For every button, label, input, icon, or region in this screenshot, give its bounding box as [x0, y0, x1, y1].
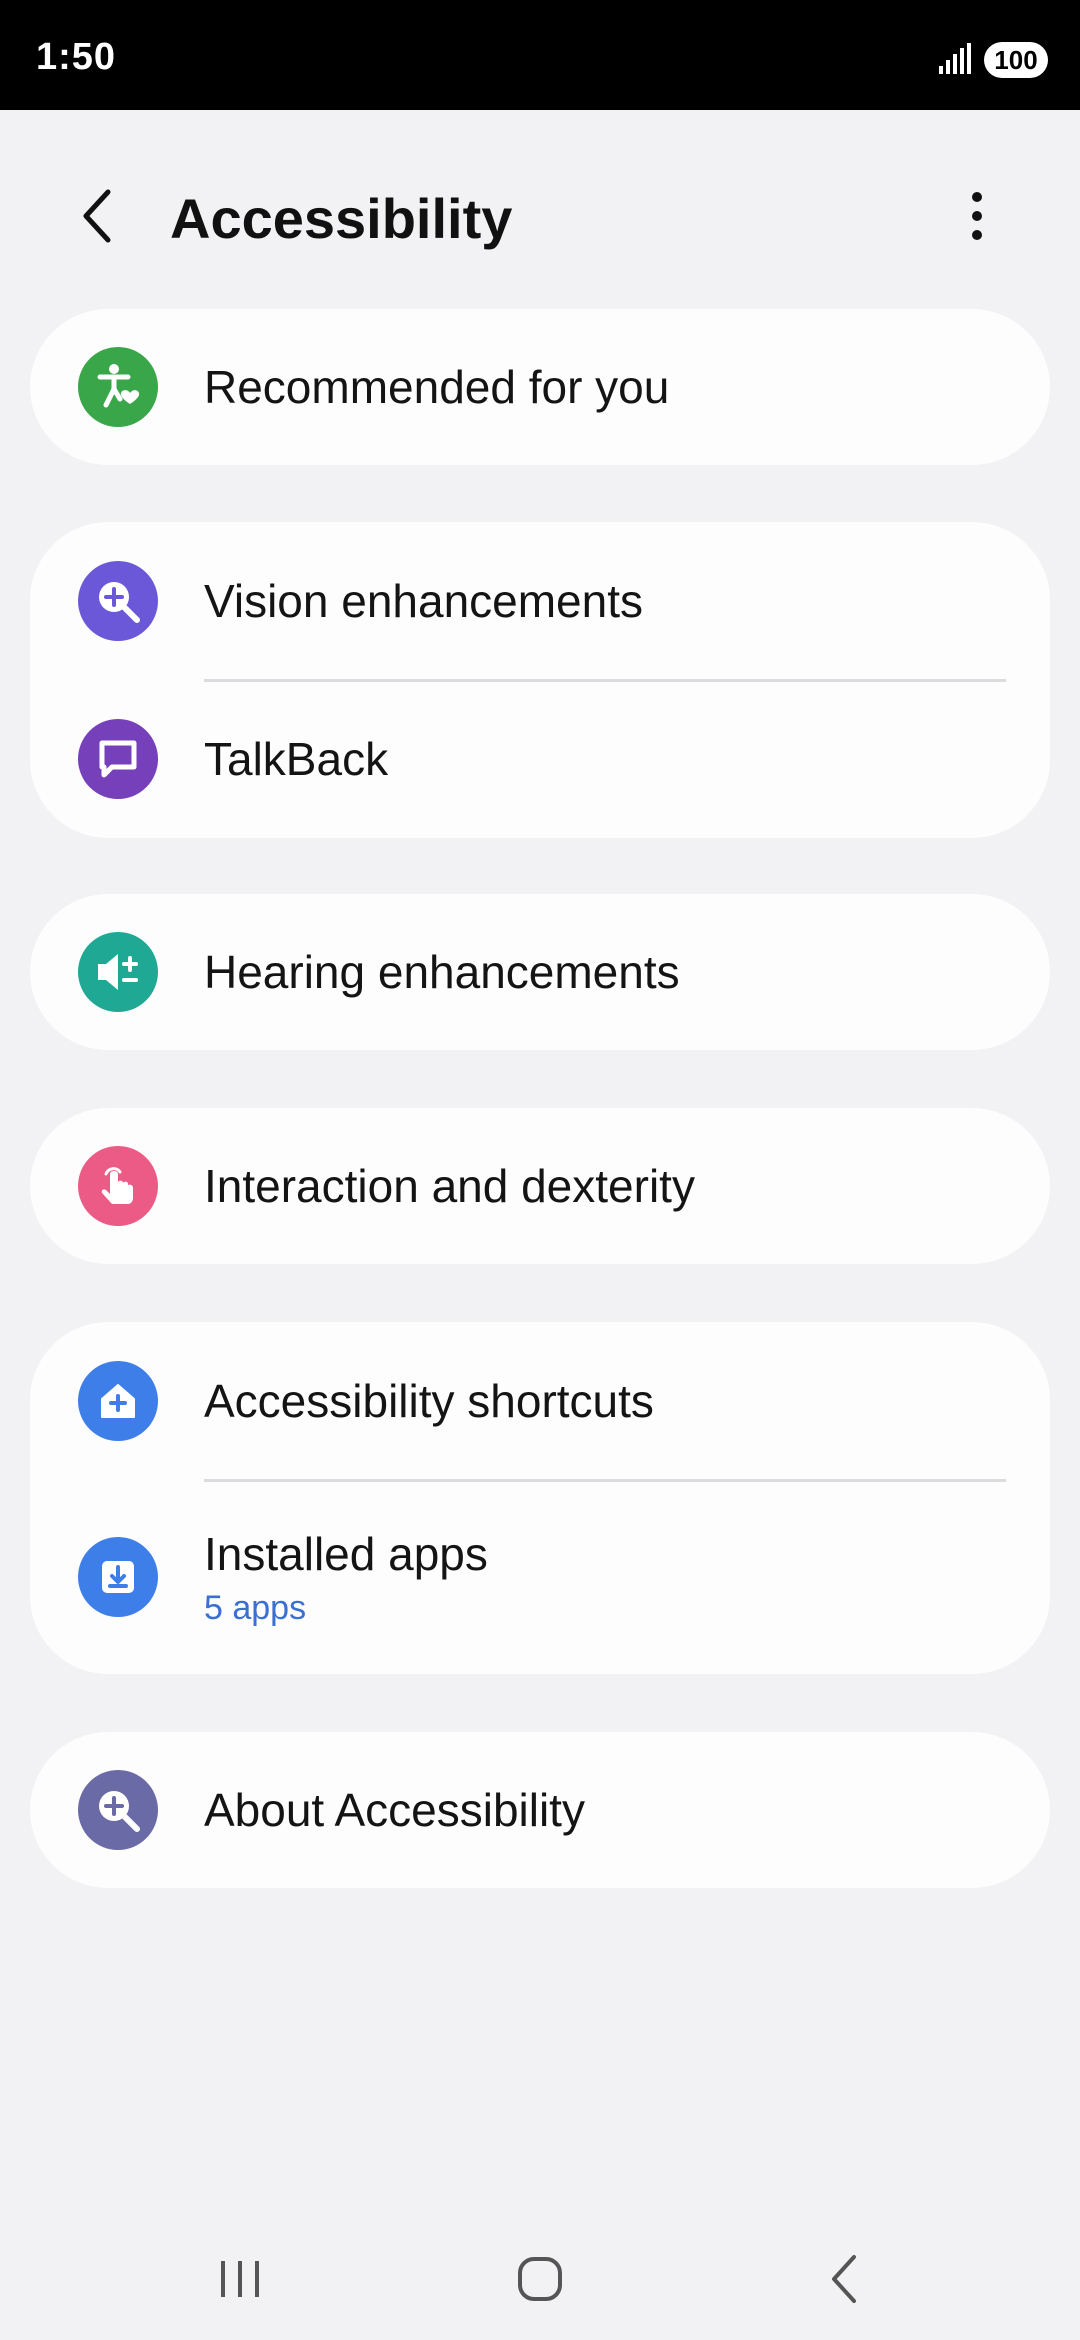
item-label: Interaction and dexterity [204, 1160, 695, 1212]
navigation-bar [0, 2220, 1080, 2340]
download-box-icon [78, 1537, 158, 1617]
card-recommended: Recommended for you [30, 309, 1050, 465]
list-item-interaction-and-dexterity[interactable]: Interaction and dexterity [30, 1108, 1050, 1264]
back-button[interactable] [66, 184, 130, 248]
item-subtitle: 5 apps [204, 1588, 307, 1627]
magnifier-plus-icon [78, 561, 158, 641]
list-item-accessibility-shortcuts[interactable]: Accessibility shortcuts [30, 1322, 1050, 1480]
item-text: Installed apps 5 apps [204, 1527, 488, 1628]
status-time: 1:50 [36, 36, 117, 78]
list-item-about-accessibility[interactable]: About Accessibility [30, 1732, 1050, 1888]
list-item-vision-enhancements[interactable]: Vision enhancements [30, 522, 1050, 680]
item-text: Vision enhancements [204, 574, 643, 628]
item-text: Interaction and dexterity [204, 1159, 695, 1213]
list-item-hearing-enhancements[interactable]: Hearing enhancements [30, 894, 1050, 1050]
battery-icon: 100 [984, 42, 1048, 78]
accessibility-heart-icon [78, 347, 158, 427]
item-text: Hearing enhancements [204, 945, 680, 999]
item-text: About Accessibility [204, 1783, 585, 1837]
more-options-button[interactable] [950, 184, 1004, 248]
home-plus-icon [78, 1361, 158, 1441]
list-item-recommended-for-you[interactable]: Recommended for you [30, 309, 1050, 465]
list-item-installed-apps[interactable]: Installed apps 5 apps [30, 1480, 1050, 1674]
item-label: TalkBack [204, 733, 389, 785]
card-shortcuts: Accessibility shortcuts Installed apps 5… [30, 1322, 1050, 1674]
card-hearing: Hearing enhancements [30, 894, 1050, 1050]
back-icon [832, 2255, 856, 2303]
item-label: Recommended for you [204, 361, 670, 413]
item-label: Hearing enhancements [204, 946, 680, 998]
list-item-talkback[interactable]: TalkBack [30, 680, 1050, 838]
magnifier-plus-icon [78, 1770, 158, 1850]
speech-bubble-icon [78, 719, 158, 799]
item-label: Accessibility shortcuts [204, 1375, 654, 1427]
item-label: About Accessibility [204, 1784, 585, 1836]
item-label: Vision enhancements [204, 575, 643, 627]
card-interaction: Interaction and dexterity [30, 1108, 1050, 1264]
item-text: Accessibility shortcuts [204, 1374, 654, 1428]
app-header: Accessibility [0, 110, 1080, 310]
page-title: Accessibility [170, 187, 513, 250]
status-bar: 1:50 100 [0, 0, 1080, 110]
nav-back-button[interactable] [804, 2244, 884, 2314]
tap-hand-icon [78, 1146, 158, 1226]
recents-icon [221, 2261, 259, 2297]
card-vision: Vision enhancements TalkBack [30, 522, 1050, 838]
signal-icon [939, 43, 971, 74]
home-button[interactable] [500, 2244, 580, 2314]
item-text: Recommended for you [204, 360, 669, 414]
speaker-plusminus-icon [78, 932, 158, 1012]
chevron-left-icon [83, 189, 111, 243]
home-icon [518, 2257, 562, 2301]
more-vertical-icon [972, 192, 982, 240]
item-text: TalkBack [204, 732, 388, 786]
item-label: Installed apps [204, 1527, 488, 1580]
card-about: About Accessibility [30, 1732, 1050, 1888]
recent-apps-button[interactable] [200, 2244, 280, 2314]
